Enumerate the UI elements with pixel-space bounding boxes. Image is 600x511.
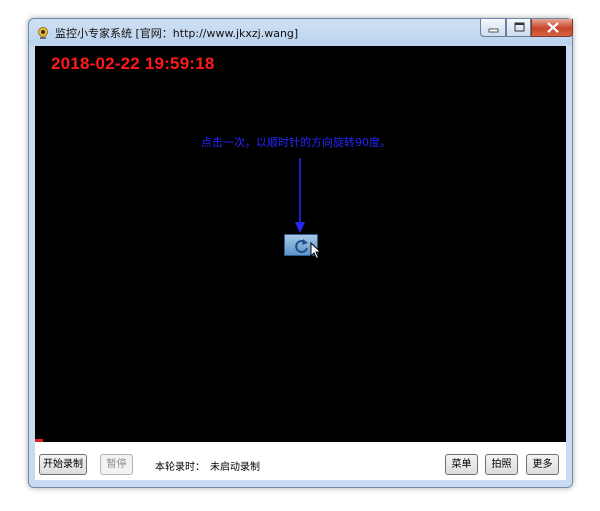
minimize-button[interactable] [480,19,506,37]
round-time-status: 未启动录制 [210,462,260,473]
timestamp-overlay: 2018-02-22 19:59:18 [51,54,215,73]
arrow-down-icon [295,158,305,233]
maximize-icon [514,22,525,32]
mouse-cursor-icon [310,242,322,260]
pause-button[interactable]: 暂停 [100,454,133,475]
app-window: 监控小专家系统 [官网：http://www.jkxzj.wang] 2018-… [28,18,573,488]
minimize-icon [488,28,499,33]
video-view[interactable]: 2018-02-22 19:59:18 点击一次，以顺时针的方向旋转90度。 [35,46,566,442]
start-record-button[interactable]: 开始录制 [39,454,87,475]
title-bar[interactable]: 监控小专家系统 [官网：http://www.jkxzj.wang] [29,19,573,46]
control-bar: 开始录制 暂停 本轮录时： 未启动录制 菜单 拍照 更多 [35,442,566,480]
close-button[interactable] [531,19,573,37]
window-title: 监控小专家系统 [官网：http://www.jkxzj.wang] [55,27,299,40]
close-icon [547,22,559,33]
maximize-button[interactable] [506,19,531,37]
menu-button[interactable]: 菜单 [445,454,478,475]
more-button[interactable]: 更多 [526,454,559,475]
snapshot-button[interactable]: 拍照 [485,454,518,475]
rotate-hint-text: 点击一次，以顺时针的方向旋转90度。 [201,136,391,149]
round-time-label: 本轮录时： [155,462,205,473]
camera-app-icon [38,27,48,39]
